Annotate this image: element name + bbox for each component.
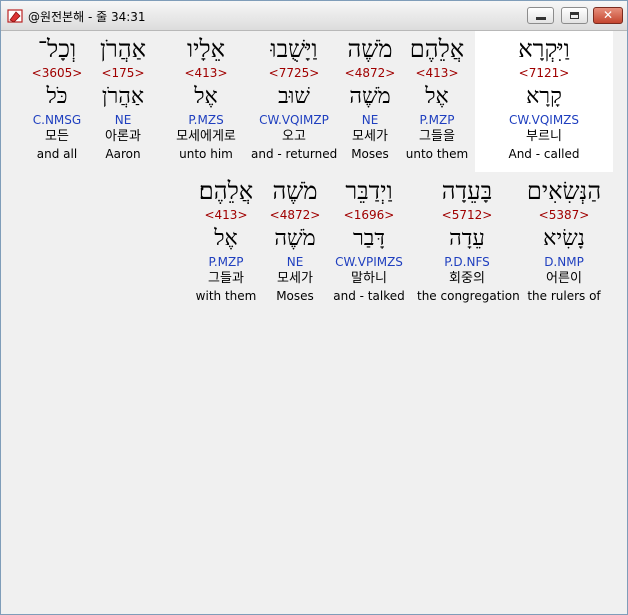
lemma-word: דָּבַר: [353, 226, 385, 251]
strong-number[interactable]: <413>: [163, 65, 249, 81]
lemma-word: אֶל: [214, 226, 238, 251]
word-block[interactable]: אֵלָיו <413> אֶל P.MZS 모세에게로 unto him: [163, 33, 249, 162]
english-gloss: Aaron: [105, 147, 141, 161]
strong-number[interactable]: <413>: [193, 207, 259, 223]
interlinear-panel[interactable]: וַיִּקְרָא <7121> קָרָא CW.VQIMZS 부르니 An…: [9, 31, 619, 606]
korean-gloss: 모세가: [352, 129, 388, 144]
lemma-word: עֵדָה: [449, 226, 485, 251]
hebrew-word: וַיְדַבֵּר: [345, 177, 393, 205]
close-button[interactable]: ✕: [593, 7, 623, 24]
lemma-word: מֹשֶׁה: [349, 84, 391, 109]
hebrew-word: מֹשֶׁה: [272, 177, 318, 205]
hebrew-word: וַיִּקְרָא: [518, 35, 570, 63]
english-gloss: with them: [195, 289, 257, 303]
english-gloss: unto them: [405, 147, 469, 161]
korean-gloss: 모세에게로: [176, 129, 236, 144]
lemma-word: קָרָא: [526, 84, 562, 109]
word-block[interactable]: בָּעֵדָה <5712> עֵדָה P.D.NFS 회중의 the co…: [417, 175, 520, 304]
strong-number[interactable]: <3605>: [27, 65, 87, 81]
lemma-word: אַהֲרֹן: [101, 84, 145, 109]
strong-number[interactable]: <5387>: [519, 207, 609, 223]
morphology-code: NE: [114, 113, 132, 127]
strong-number[interactable]: <413>: [403, 65, 471, 81]
word-block[interactable]: אֲלֵהֶם <413> אֶל P.MZP 그들을 unto them: [403, 33, 471, 162]
english-gloss: the congregation: [417, 289, 520, 303]
strong-number[interactable]: <4872>: [339, 65, 401, 81]
minimize-button[interactable]: [527, 7, 554, 24]
strong-number[interactable]: <7121>: [475, 65, 613, 81]
hebrew-word: אֲלֵהֶם: [409, 35, 465, 63]
word-block[interactable]: אֲלֵהֶם׃ <413> אֶל P.MZP 그들과 with them: [193, 175, 259, 304]
morphology-code: C.NMSG: [32, 113, 82, 127]
english-gloss: and all: [36, 147, 78, 161]
korean-gloss: 말하니: [351, 271, 387, 286]
hebrew-word: אֵלָיו: [186, 35, 226, 63]
hebrew-word: מֹשֶׁה: [347, 35, 393, 63]
hebrew-word: אֲלֵהֶם׃: [198, 177, 254, 205]
word-block[interactable]: וַיְדַבֵּר <1696> דָּבַר CW.VPIMZS 말하니 a…: [329, 175, 409, 304]
korean-gloss: 그들을: [419, 129, 455, 144]
word-block[interactable]: וַיָּשֻׁבוּ <7725> שׁוּב CW.VQIMZP 오고 an…: [251, 33, 337, 162]
minimize-icon: [536, 17, 546, 20]
word-block[interactable]: וַיִּקְרָא <7121> קָרָא CW.VQIMZS 부르니 An…: [475, 33, 613, 162]
english-gloss: And - called: [508, 147, 580, 161]
lemma-word: כֹּל: [46, 84, 68, 109]
word-block[interactable]: מֹשֶׁה <4872> מֹשֶׁה NE 모세가 Moses: [265, 175, 325, 304]
maximize-icon: [570, 12, 579, 19]
strong-number[interactable]: <7725>: [251, 65, 337, 81]
korean-gloss: 회중의: [449, 271, 485, 286]
morphology-code: CW.VQIMZP: [259, 113, 329, 127]
morphology-code: P.MZP: [419, 113, 455, 127]
strong-number[interactable]: <4872>: [265, 207, 325, 223]
english-gloss: and - talked: [333, 289, 405, 303]
lemma-word: נָשִׂיא: [543, 226, 585, 251]
morphology-code: NE: [286, 255, 304, 269]
morphology-code: D.NMP: [544, 255, 584, 269]
strong-number[interactable]: <1696>: [329, 207, 409, 223]
english-gloss: Moses: [351, 147, 389, 161]
word-block[interactable]: מֹשֶׁה <4872> מֹשֶׁה NE 모세가 Moses: [339, 33, 401, 162]
english-gloss: the rulers of: [527, 289, 601, 303]
korean-gloss: 모세가: [277, 271, 313, 286]
maximize-button[interactable]: [561, 7, 588, 24]
window-title: @원전본해 - 줄 34:31: [28, 10, 146, 24]
hebrew-word: אַהֲרֹן: [99, 35, 147, 63]
lemma-word: אֶל: [194, 84, 218, 109]
english-gloss: Moses: [276, 289, 314, 303]
morphology-code: CW.VQIMZS: [508, 113, 580, 127]
morphology-code: P.D.NFS: [444, 255, 490, 269]
korean-gloss: 어른이: [546, 271, 582, 286]
word-block[interactable]: הַנְּשִׂאִים <5387> נָשִׂיא D.NMP 어른이 th…: [519, 175, 609, 304]
korean-gloss: 오고: [282, 129, 306, 144]
strong-number[interactable]: <175>: [95, 65, 151, 81]
korean-gloss: 그들과: [208, 271, 244, 286]
morphology-code: P.MZP: [208, 255, 244, 269]
title-bar[interactable]: @원전본해 - 줄 34:31 ✕: [1, 1, 627, 31]
morphology-code: P.MZS: [188, 113, 224, 127]
korean-gloss: 아론과: [105, 129, 141, 144]
app-window: @원전본해 - 줄 34:31 ✕ וַיִּקְרָא <7121> קָרָ…: [0, 0, 628, 615]
hebrew-word: הַנְּשִׂאִים: [526, 177, 602, 205]
morphology-code: NE: [361, 113, 379, 127]
korean-gloss: 부르니: [526, 129, 562, 144]
close-icon: ✕: [602, 8, 614, 22]
english-gloss: unto him: [179, 147, 233, 161]
morphology-code: CW.VPIMZS: [335, 255, 403, 269]
korean-gloss: 모든: [45, 129, 69, 144]
lemma-word: אֶל: [425, 84, 449, 109]
lemma-word: שׁוּב: [278, 84, 310, 109]
hebrew-word: וַיָּשֻׁבוּ: [270, 35, 318, 63]
hebrew-word: וְכָל־: [37, 35, 77, 63]
bible-app-icon: [7, 9, 23, 23]
lemma-word: מֹשֶׁה: [274, 226, 316, 251]
word-block[interactable]: וְכָל־ <3605> כֹּל C.NMSG 모든 and all: [27, 33, 87, 162]
strong-number[interactable]: <5712>: [417, 207, 517, 223]
hebrew-word: בָּעֵדָה: [441, 177, 493, 205]
word-block[interactable]: אַהֲרֹן <175> אַהֲרֹן NE 아론과 Aaron: [95, 33, 151, 162]
english-gloss: and - returned: [251, 147, 338, 161]
